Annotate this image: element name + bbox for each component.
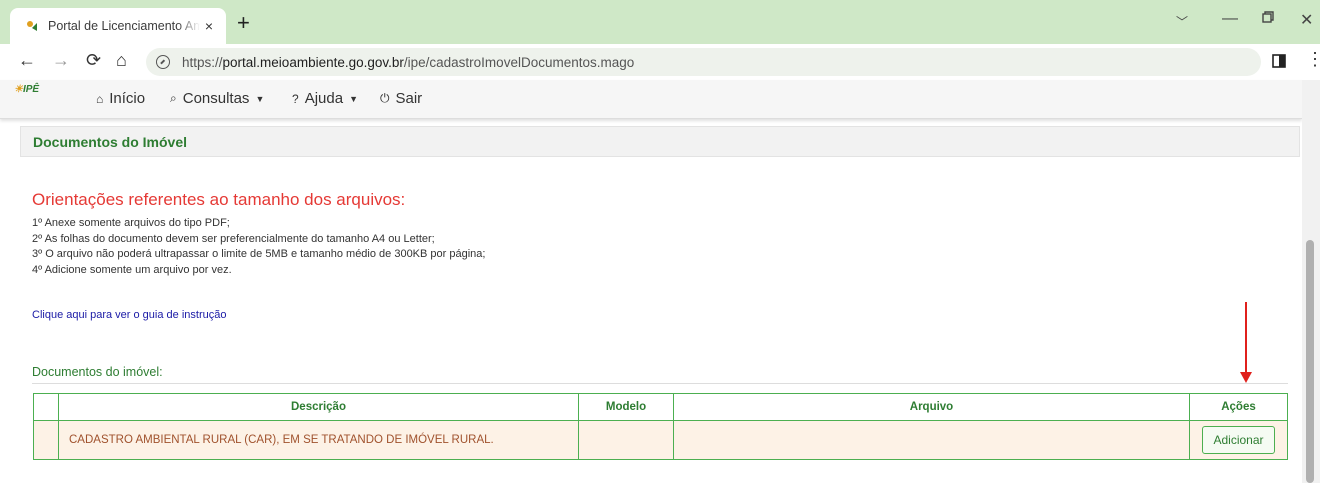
app-navbar: ☀IPÊ ⌂ Início ⌕ Consultas ▼ ? Ajuda ▼ ⏻ … [0, 80, 1302, 119]
guide-link[interactable]: Clique aqui para ver o guia de instrução [32, 309, 226, 321]
forward-arrow-icon[interactable]: → [52, 50, 70, 71]
annotation-arrow-head [1240, 372, 1252, 383]
table-cell-acoes: Adicionar [1189, 420, 1288, 460]
url-scheme: https:// [182, 54, 223, 70]
table-header-blank [33, 393, 59, 421]
url-path: /ipe/cadastroImovelDocumentos.mago [403, 54, 635, 70]
docs-section-title: Documentos do imóvel: [32, 365, 163, 379]
table-header-arquivo: Arquivo [673, 393, 1190, 421]
panel-title: Documentos do Imóvel [20, 126, 1300, 157]
table-cell-arquivo [673, 420, 1190, 460]
url-host: portal.meioambiente.go.gov.br [222, 54, 404, 70]
rules-list: 1º Anexe somente arquivos do tipo PDF; 2… [32, 216, 485, 278]
reload-icon[interactable]: ⟳ [86, 50, 101, 71]
restore-icon[interactable] [1262, 10, 1274, 28]
back-arrow-icon[interactable]: ← [18, 50, 36, 71]
power-icon: ⏻ [380, 91, 390, 105]
tab-title: Portal de Licenciamento Ambiental [48, 19, 200, 33]
home-icon[interactable]: ⌂ [116, 50, 127, 71]
new-tab-button[interactable]: + [237, 12, 250, 34]
table-cell-blank [33, 420, 59, 460]
table-header-descricao: Descrição [58, 393, 579, 421]
site-info-icon[interactable] [156, 55, 170, 69]
nav-ajuda-label: Ajuda [304, 90, 344, 107]
minimize-icon[interactable]: — [1222, 10, 1238, 28]
nav-sair-label: Sair [395, 90, 423, 107]
table-row: CADASTRO AMBIENTAL RURAL (CAR), EM SE TR… [33, 420, 1288, 460]
nav-consultas[interactable]: ⌕ Consultas ▼ [170, 90, 264, 107]
nav-sair[interactable]: ⏻ Sair [380, 90, 422, 107]
table-header-modelo: Modelo [578, 393, 674, 421]
help-icon: ? [292, 91, 299, 106]
nav-inicio[interactable]: ⌂ Início [96, 90, 145, 107]
site-favicon-icon [24, 18, 40, 34]
rule-item: 2º As folhas do documento devem ser pref… [32, 232, 435, 245]
url-field[interactable]: https://portal.meioambiente.go.gov.br/ip… [146, 48, 1261, 76]
tab-close-icon[interactable]: × [200, 18, 218, 34]
add-document-button[interactable]: Adicionar [1202, 426, 1275, 454]
ipe-logo[interactable]: ☀IPÊ [14, 84, 39, 95]
side-panel-icon[interactable] [1272, 52, 1286, 73]
rule-item: 3º O arquivo não poderá ultrapassar o li… [32, 248, 486, 260]
nav-consultas-label: Consultas [182, 90, 250, 107]
url-text: https://portal.meioambiente.go.gov.br/ip… [182, 55, 634, 70]
table-header-acoes: Ações [1189, 393, 1288, 421]
browser-menu-icon[interactable]: ⋮ [1306, 49, 1320, 70]
rule-item: 1º Anexe somente arquivos do tipo PDF; [32, 217, 230, 229]
caret-down-icon: ▼ [255, 93, 265, 104]
orientation-title: Orientações referentes ao tamanho dos ar… [32, 190, 406, 209]
home-icon: ⌂ [96, 91, 104, 106]
close-window-icon[interactable]: ✕ [1300, 10, 1313, 30]
browser-tab-bar: Portal de Licenciamento Ambiental × + ﹀ … [0, 0, 1320, 44]
nav-inicio-label: Início [109, 90, 146, 107]
divider [32, 383, 1288, 384]
search-icon: ⌕ [170, 91, 177, 105]
table-cell-modelo [578, 420, 674, 460]
nav-ajuda[interactable]: ? Ajuda ▼ [292, 90, 358, 107]
tab-search-chevron-icon[interactable]: ﹀ [1176, 13, 1188, 30]
rule-item: 4º Adicione somente um arquivo por vez. [32, 263, 232, 276]
annotation-arrow [1245, 302, 1247, 372]
documents-table: Descrição Modelo Arquivo Ações CADASTRO … [33, 393, 1288, 460]
caret-down-icon: ▼ [349, 93, 358, 104]
logo-text: IPÊ [22, 84, 40, 95]
browser-tab[interactable]: Portal de Licenciamento Ambiental × [10, 8, 226, 44]
table-header-row: Descrição Modelo Arquivo Ações [33, 393, 1288, 421]
address-bar-row: ← → ⟳ ⌂ https://portal.meioambiente.go.g… [0, 44, 1320, 80]
scrollbar-thumb[interactable] [1306, 240, 1314, 483]
table-cell-descricao: CADASTRO AMBIENTAL RURAL (CAR), EM SE TR… [58, 420, 579, 460]
